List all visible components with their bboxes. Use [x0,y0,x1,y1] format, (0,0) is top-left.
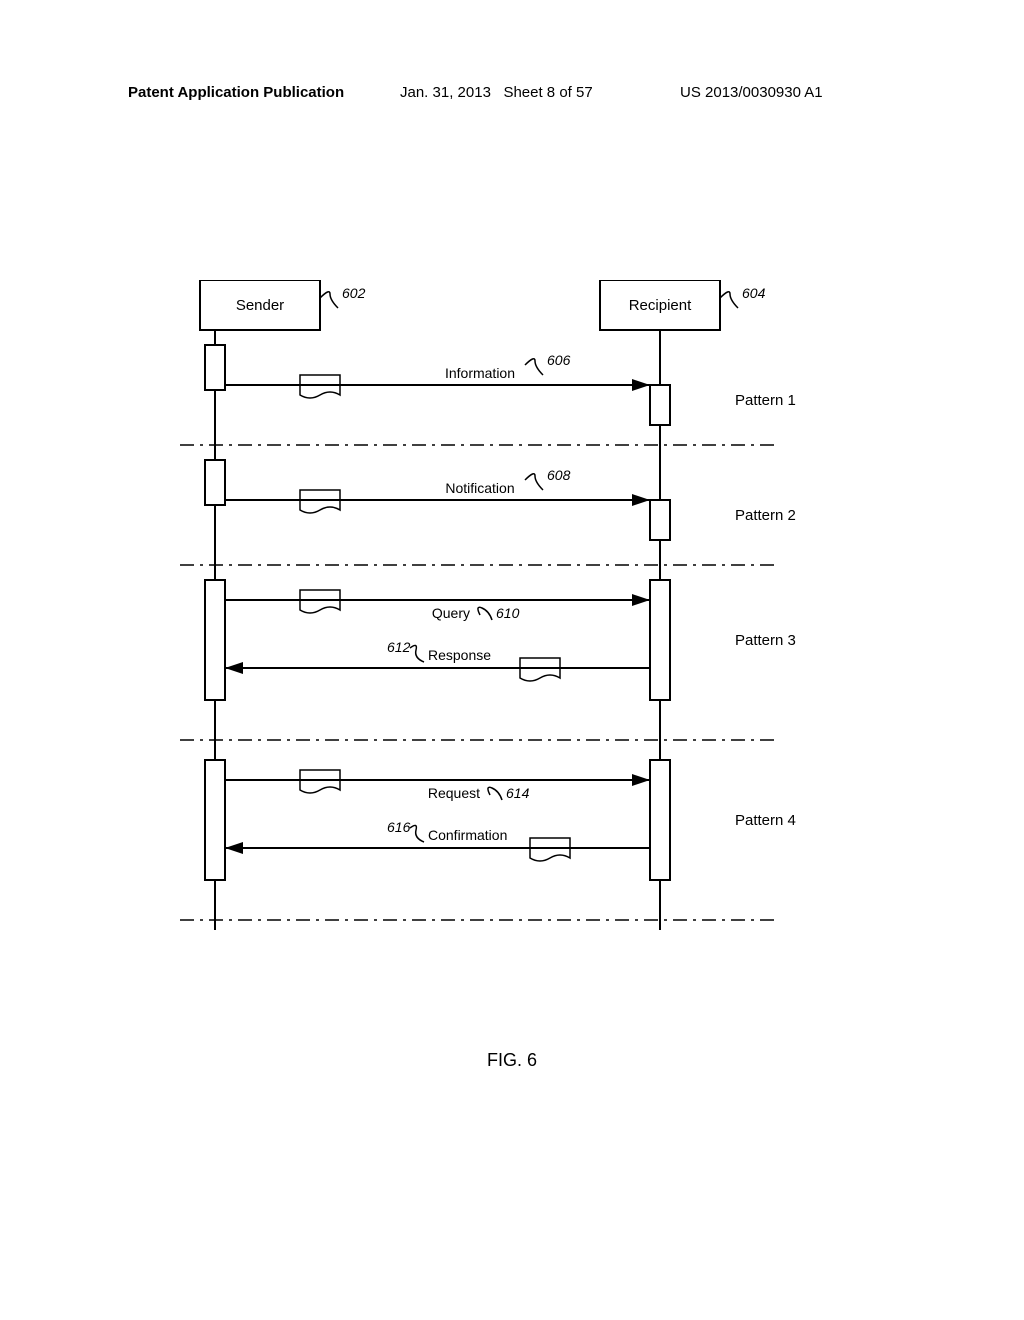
p3-doc-icon-query [300,590,340,613]
p4-label-confirmation: Confirmation [428,827,507,843]
ref-squiggle-616 [410,825,424,842]
ref-squiggle-602 [320,292,338,308]
p4-doc-icon-confirmation [530,838,570,861]
ref-squiggle-610 [478,607,492,620]
recipient-label: Recipient [629,297,692,314]
ref-squiggle-614 [488,787,502,800]
p2-sender-activation [205,460,225,505]
header-pubnum: US 2013/0030930 A1 [680,84,823,101]
p2-name: Pattern 2 [735,507,796,524]
p3-name: Pattern 3 [735,632,796,649]
p3-doc-icon-response [520,658,560,681]
p3-sender-activation [205,580,225,700]
p1-doc-icon [300,375,340,398]
ref-606: 606 [547,352,571,368]
p2-recipient-activation [650,500,670,540]
p1-sender-activation [205,345,225,390]
header-date-sheet: Jan. 31, 2013 Sheet 8 of 57 [400,84,593,101]
p1-recipient-activation [650,385,670,425]
p3-label-response: Response [428,647,491,663]
ref-608: 608 [547,467,571,483]
p1-name: Pattern 1 [735,392,796,409]
ref-squiggle-612 [410,645,424,662]
ref-612: 612 [387,639,411,655]
sequence-diagram: Sender 602 Recipient 604 Information 606… [180,280,880,940]
p3-recipient-activation [650,580,670,700]
figure-caption: FIG. 6 [0,1050,1024,1071]
p4-recipient-activation [650,760,670,880]
p1-label-information: Information [445,365,515,381]
p4-name: Pattern 4 [735,812,796,829]
p4-doc-icon-request [300,770,340,793]
ref-squiggle-604 [720,292,738,308]
sender-label: Sender [236,297,284,314]
p4-label-request: Request [428,785,480,801]
p4-sender-activation [205,760,225,880]
ref-602: 602 [342,285,366,301]
p3-label-query: Query [432,605,470,621]
ref-616: 616 [387,819,411,835]
p2-doc-icon [300,490,340,513]
p2-label-notification: Notification [445,480,514,496]
ref-squiggle-606 [525,359,543,375]
ref-614: 614 [506,785,530,801]
ref-squiggle-608 [525,474,543,490]
ref-610: 610 [496,605,520,621]
header-publication: Patent Application Publication [128,84,344,101]
ref-604: 604 [742,285,766,301]
